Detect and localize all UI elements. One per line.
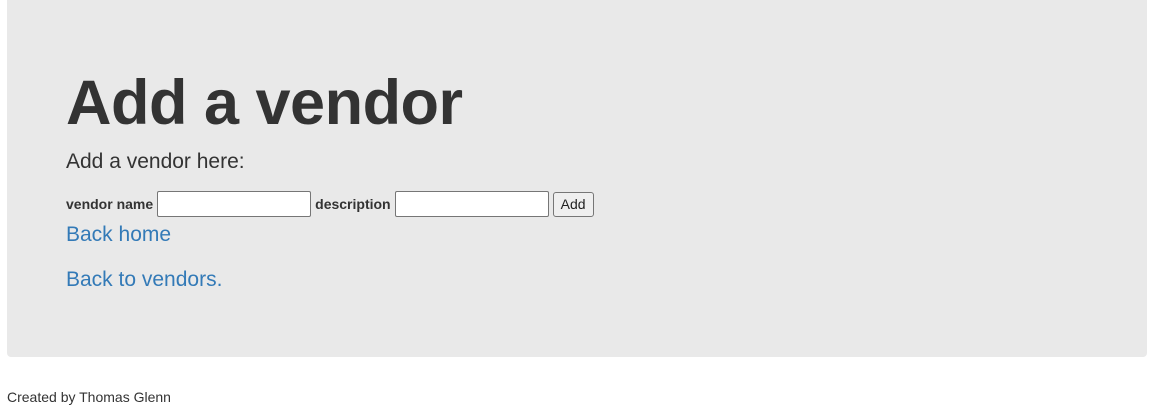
vendor-name-input[interactable] xyxy=(157,191,312,217)
description-input[interactable] xyxy=(394,191,549,217)
add-button[interactable]: Add xyxy=(552,191,594,217)
back-home-link[interactable]: Back home xyxy=(66,222,171,248)
page-title: Add a vendor xyxy=(66,68,463,138)
back-to-vendors-link[interactable]: Back to vendors. xyxy=(66,267,222,293)
page-subtitle: Add a vendor here: xyxy=(66,150,245,173)
description-label: description xyxy=(315,196,391,212)
footer-credit: Created by Thomas Glenn xyxy=(7,389,171,405)
jumbotron: Add a vendor Add a vendor here: vendor n… xyxy=(7,0,1147,357)
vendor-name-label: vendor name xyxy=(66,196,154,212)
add-vendor-form: vendor name description Add xyxy=(66,191,594,217)
